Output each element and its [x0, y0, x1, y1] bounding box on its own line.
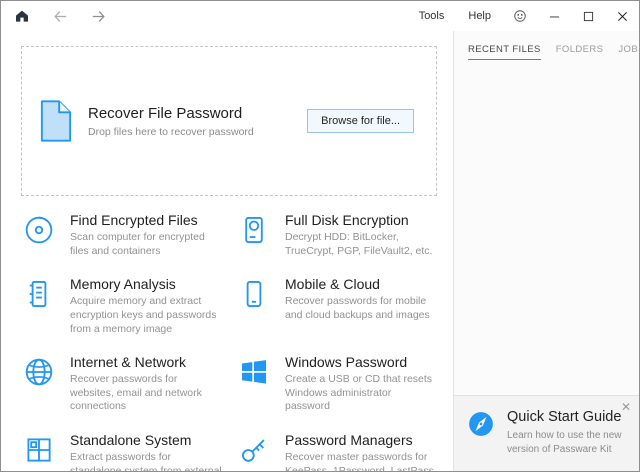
browse-for-file-button[interactable]: Browse for file... [307, 109, 414, 133]
disc-icon [21, 213, 57, 249]
titlebar: Tools Help [1, 1, 639, 31]
tile-title: Mobile & Cloud [285, 276, 437, 292]
compass-icon [466, 409, 496, 439]
tile-desc: Recover master passwords for KeePass, 1P… [285, 451, 437, 471]
quick-start-desc: Learn how to use the new version of Pass… [507, 429, 625, 456]
tile-title: Standalone System [70, 432, 222, 448]
file-icon [38, 99, 74, 143]
tile-desc: Recover passwords for websites, email an… [70, 373, 222, 414]
windows-icon [236, 355, 272, 391]
titlebar-right: Tools Help [407, 1, 639, 31]
content-column: Recover File Password Drop files here to… [1, 31, 453, 471]
sidebar: RECENT FILES FOLDERS JOBS Quick Start Gu… [453, 31, 639, 471]
tile-desc: Acquire memory and extract encryption ke… [70, 295, 222, 336]
tile-internet-and-network[interactable]: Internet & Network Recover passwords for… [21, 354, 222, 414]
close-button[interactable] [605, 1, 639, 31]
main-area: Recover File Password Drop files here to… [1, 31, 639, 471]
key-icon [236, 433, 272, 469]
dropzone-subtitle: Drop files here to recover password [88, 126, 254, 138]
sidebar-tabs: RECENT FILES FOLDERS JOBS [454, 31, 639, 60]
tile-standalone-system[interactable]: Standalone System Extract passwords for … [21, 432, 222, 471]
tools-menu[interactable]: Tools [407, 1, 457, 31]
maximize-button[interactable] [571, 1, 605, 31]
home-icon[interactable] [13, 7, 31, 25]
mobile-icon [236, 277, 272, 313]
tile-password-managers[interactable]: Password Managers Recover master passwor… [236, 432, 437, 471]
tile-desc: Create a USB or CD that resets Windows a… [285, 373, 437, 414]
tile-find-encrypted-files[interactable]: Find Encrypted Files Scan computer for e… [21, 212, 222, 258]
file-drop-zone[interactable]: Recover File Password Drop files here to… [21, 46, 437, 196]
back-icon[interactable] [51, 7, 69, 25]
minimize-button[interactable] [537, 1, 571, 31]
tile-memory-analysis[interactable]: Memory Analysis Acquire memory and extra… [21, 276, 222, 336]
tab-folders[interactable]: FOLDERS [556, 44, 604, 60]
tile-windows-password[interactable]: Windows Password Create a USB or CD that… [236, 354, 437, 414]
memory-icon [21, 277, 57, 313]
feature-tiles: Find Encrypted Files Scan computer for e… [21, 212, 437, 471]
quick-start-close-icon[interactable]: ✕ [621, 401, 631, 413]
tile-title: Memory Analysis [70, 276, 222, 292]
tile-title: Find Encrypted Files [70, 212, 222, 228]
tile-title: Password Managers [285, 432, 437, 448]
nav-group [13, 7, 107, 25]
hard-drive-icon [236, 213, 272, 249]
tile-desc: Decrypt HDD: BitLocker, TrueCrypt, PGP, … [285, 231, 437, 258]
help-menu[interactable]: Help [456, 1, 503, 31]
quick-start-guide-panel[interactable]: Quick Start Guide Learn how to use the n… [454, 395, 639, 471]
globe-icon [21, 355, 57, 391]
forward-icon[interactable] [89, 7, 107, 25]
recent-files-list [454, 60, 639, 395]
tile-desc: Scan computer for encrypted files and co… [70, 231, 222, 258]
tile-full-disk-encryption[interactable]: Full Disk Encryption Decrypt HDD: BitLoc… [236, 212, 437, 258]
app-window: Tools Help Recov [0, 0, 640, 472]
tile-title: Windows Password [285, 354, 437, 370]
tile-title: Internet & Network [70, 354, 222, 370]
window-grid-icon [21, 433, 57, 469]
tab-jobs[interactable]: JOBS [618, 44, 640, 60]
tile-desc: Extract passwords for standalone system … [70, 451, 222, 471]
tile-title: Full Disk Encryption [285, 212, 437, 228]
tile-mobile-and-cloud[interactable]: Mobile & Cloud Recover passwords for mob… [236, 276, 437, 336]
tab-recent-files[interactable]: RECENT FILES [468, 44, 541, 60]
dropzone-title: Recover File Password [88, 105, 254, 122]
tile-desc: Recover passwords for mobile and cloud b… [285, 295, 437, 322]
quick-start-title: Quick Start Guide [507, 409, 625, 425]
feedback-smiley-icon[interactable] [503, 1, 537, 31]
dropzone-text: Recover File Password Drop files here to… [88, 105, 254, 138]
